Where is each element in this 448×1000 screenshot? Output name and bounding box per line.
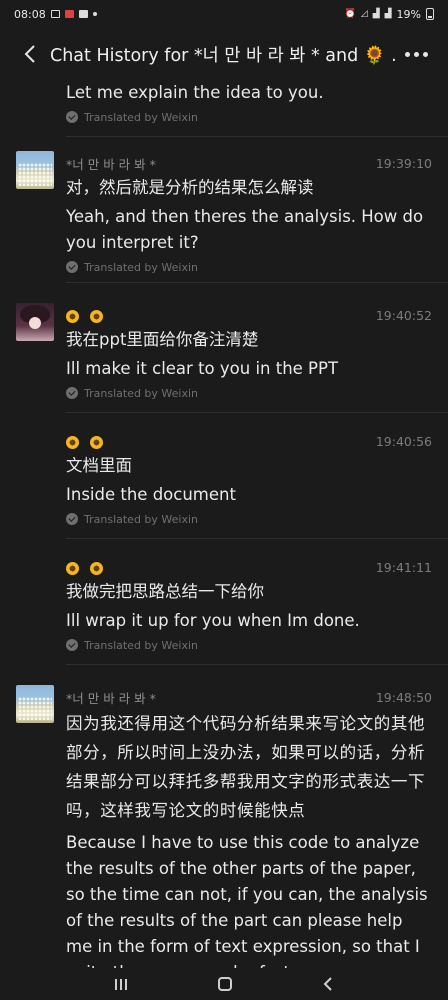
sender-name: *너 만 바 라 봐 * bbox=[66, 156, 156, 172]
sunflower-icon bbox=[66, 309, 79, 323]
more-notifications-icon bbox=[92, 12, 97, 16]
page-title: Chat History for *너 만 바 라 봐 * and 🌻 ... bbox=[50, 45, 398, 66]
translated-by-label: Translated by Weixin bbox=[84, 260, 199, 274]
message-translation: Ill wrap it up for you when Im done. bbox=[66, 611, 360, 630]
list-item: 19:40:52 我在ppt里面给你备注清楚 Ill make it clear… bbox=[0, 283, 448, 413]
message-translation: Yeah, and then theres the analysis. How … bbox=[66, 207, 424, 252]
avatar[interactable] bbox=[16, 303, 54, 341]
sunflower-icon bbox=[66, 561, 79, 575]
more-dot-icon bbox=[404, 51, 410, 57]
recent-apps-button[interactable] bbox=[115, 978, 128, 990]
message-time: 19:40:56 bbox=[375, 433, 432, 449]
check-circle-icon bbox=[66, 261, 78, 273]
sunflower-icon bbox=[66, 435, 79, 449]
status-bar: 08:08 ⏰ ◿ ▟ ▟ 19% bbox=[0, 0, 448, 28]
check-circle-icon bbox=[66, 513, 78, 525]
sender-name: *너 만 바 라 봐 * bbox=[66, 690, 156, 706]
translated-by-label: Translated by Weixin bbox=[84, 638, 199, 652]
message-translation: Ill make it clear to you in the PPT bbox=[66, 359, 339, 378]
check-circle-icon bbox=[66, 639, 78, 651]
check-circle-icon bbox=[66, 111, 78, 123]
check-circle-icon bbox=[66, 387, 78, 399]
bitcoin-notification-icon bbox=[78, 10, 88, 18]
translated-by-label: Translated by Weixin bbox=[84, 512, 199, 526]
signal-icon: ▟ bbox=[372, 9, 380, 19]
list-item: *너 만 바 라 봐 * 19:48:50 因为我还得用这个代码分析结果来写论文… bbox=[0, 665, 448, 968]
more-options-button[interactable] bbox=[398, 34, 434, 74]
battery-percent: 19% bbox=[396, 7, 421, 21]
sunflower-icon bbox=[90, 309, 103, 323]
translated-by: Translated by Weixin bbox=[66, 107, 432, 127]
chevron-left-icon bbox=[24, 45, 35, 63]
message-original: 我做完把思路总结一下给你 bbox=[66, 582, 264, 601]
message-translation: Let me explain the idea to you. bbox=[66, 83, 324, 102]
back-button[interactable] bbox=[14, 34, 46, 74]
list-item: 19:41:11 我做完把思路总结一下给你 Ill wrap it up for… bbox=[0, 539, 448, 665]
avatar[interactable] bbox=[16, 151, 54, 189]
nav-back-button[interactable] bbox=[323, 977, 333, 991]
system-nav-bar bbox=[0, 968, 448, 1000]
message-translation: Because I have to use this code to analy… bbox=[66, 833, 428, 968]
message-original: 文档里面 bbox=[66, 456, 132, 475]
gallery-notification-icon bbox=[50, 10, 60, 18]
message-time: 19:39:10 bbox=[375, 155, 432, 171]
message-translation: Inside the document bbox=[66, 485, 236, 504]
app-notification-icon bbox=[64, 10, 74, 18]
list-item: 19:40:56 文档里面 Inside the document Transl… bbox=[0, 413, 448, 539]
message-original: 我在ppt里面给你备注清楚 bbox=[66, 330, 259, 349]
sunflower-icon bbox=[90, 435, 103, 449]
status-right: ⏰ ◿ ▟ ▟ 19% bbox=[345, 8, 434, 21]
status-left: 08:08 bbox=[14, 8, 97, 21]
translated-by: Translated by Weixin bbox=[66, 257, 432, 277]
sunflower-icon bbox=[90, 561, 103, 575]
more-dot-icon bbox=[422, 51, 428, 57]
message-time: 19:40:52 bbox=[375, 307, 432, 323]
list-item: *너 만 바 라 봐 * 19:39:10 对，然后就是分析的结果怎么解读 Ye… bbox=[0, 137, 448, 283]
translated-by: Translated by Weixin bbox=[66, 383, 432, 403]
list-item: Let me explain the idea to you. Translat… bbox=[0, 80, 448, 137]
more-dot-icon bbox=[413, 51, 419, 57]
translated-by-label: Translated by Weixin bbox=[84, 110, 199, 124]
alarm-icon: ⏰ bbox=[344, 9, 356, 19]
home-button[interactable] bbox=[217, 977, 232, 991]
message-time: 19:48:50 bbox=[375, 689, 432, 705]
translated-by: Translated by Weixin bbox=[66, 509, 432, 529]
translated-by: Translated by Weixin bbox=[66, 635, 432, 655]
avatar[interactable] bbox=[16, 685, 54, 723]
battery-icon bbox=[426, 8, 434, 20]
wifi-icon: ◿ bbox=[360, 9, 368, 19]
message-time: 19:41:11 bbox=[375, 559, 432, 575]
signal-2-icon: ▟ bbox=[384, 9, 392, 19]
message-original: 对，然后就是分析的结果怎么解读 bbox=[66, 178, 314, 197]
message-original: 因为我还得用这个代码分析结果来写论文的其他部分，所以时间上没办法，如果可以的话，… bbox=[66, 714, 426, 820]
chat-history-list[interactable]: Let me explain the idea to you. Translat… bbox=[0, 80, 448, 968]
status-time: 08:08 bbox=[14, 7, 46, 21]
translated-by-label: Translated by Weixin bbox=[84, 386, 199, 400]
title-bar: Chat History for *너 만 바 라 봐 * and 🌻 ... bbox=[0, 28, 448, 80]
